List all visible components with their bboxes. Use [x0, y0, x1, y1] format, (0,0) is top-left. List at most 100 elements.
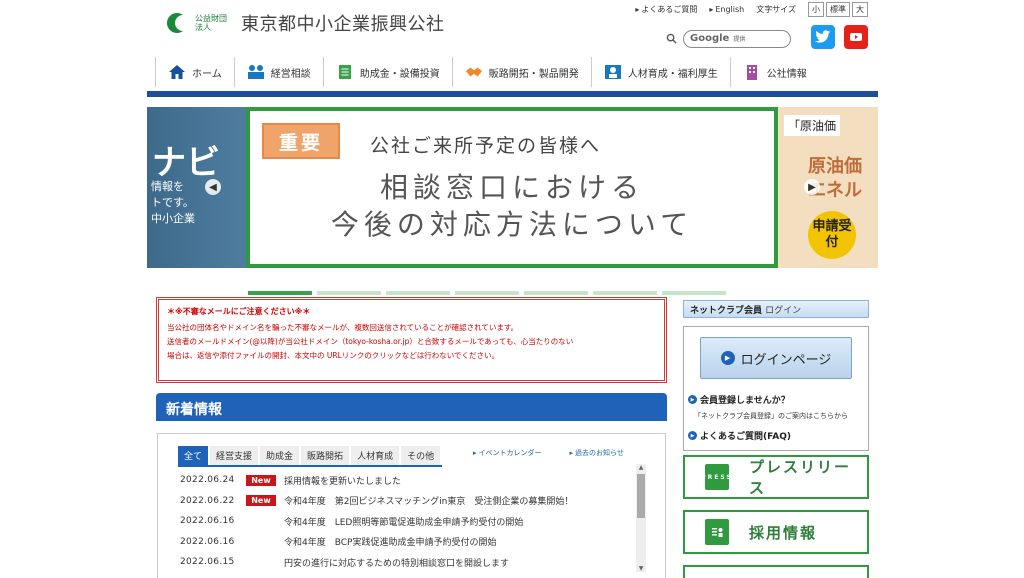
news-title[interactable]: 令和4年度 LED照明等節電促進助成金申請予約受付の開始: [284, 515, 523, 528]
slide-current[interactable]: 重要 公社ご来所予定の皆様へ 相談窓口における 今後の対応方法について: [246, 107, 778, 268]
slide-prev-title: ナビ: [152, 143, 220, 183]
search-sub: 提供: [733, 36, 746, 43]
utility-links: よくあるご質問 English 文字サイズ 小 標準 大: [635, 2, 868, 17]
slide-prev[interactable]: ナビ 情報を トです。 中小企業: [147, 107, 246, 268]
recruit-label: 採用情報: [749, 523, 818, 542]
news-title[interactable]: 採用情報を更新いたしました: [284, 474, 401, 487]
news-item[interactable]: 2022.06.16 令和4年度 LED照明等節電促進助成金申請予約受付の開始: [180, 511, 630, 532]
tab-management[interactable]: 経営支援: [210, 446, 259, 465]
scroll-up-icon[interactable]: ▲: [636, 464, 646, 471]
news-tabs: 全て 経営支援 助成金 販路開拓 人材育成 その他: [178, 446, 443, 467]
news-item[interactable]: 2022.06.22 New 令和4年度 第2回ビジネスマッチングin東京 受注…: [180, 491, 630, 512]
twitter-icon[interactable]: [811, 25, 835, 49]
new-badge-empty: [246, 557, 276, 568]
home-icon: [168, 63, 186, 81]
arrow-right-icon: ▶: [720, 351, 735, 365]
warning-body: 当公社の団体名やドメイン名を騙った不審なメールが、複数回送信されていることが確認…: [167, 323, 574, 360]
logo-title: 東京都中小企業振興公社: [241, 14, 445, 35]
news-date: 2022.06.15: [180, 557, 235, 568]
carousel-dot[interactable]: [662, 291, 726, 295]
faq-sidebar-link[interactable]: ▶ よくあるご質問(FAQ): [688, 429, 791, 442]
font-size-normal-button[interactable]: 標準: [826, 2, 850, 17]
slide-prev-text: 情報を トです。 中小企業: [151, 180, 195, 225]
new-badge-empty: [246, 536, 276, 547]
nav-item-home[interactable]: ホーム: [155, 57, 234, 87]
youtube-icon[interactable]: [844, 25, 868, 49]
slide-next[interactable]: 「原油価 原油価 エネル 申請受付: [778, 107, 878, 268]
carousel-indicators: [248, 291, 726, 295]
register-link[interactable]: ▶ 会員登録しませんか？: [688, 393, 790, 406]
hero-carousel[interactable]: ナビ 情報を トです。 中小企業 重要 公社ご来所予定の皆様へ 相談窓口における…: [147, 107, 878, 268]
english-link[interactable]: English: [709, 5, 744, 14]
people-icon: [604, 63, 622, 81]
new-badge-empty: [246, 516, 276, 527]
news-item[interactable]: 2022.06.24 New 採用情報を更新いたしました: [180, 470, 630, 491]
news-date: 2022.06.16: [180, 516, 235, 527]
news-item[interactable]: 2022.06.15 円安の進行に対応するための特別相談窓口を開設します: [180, 552, 630, 573]
carousel-dot[interactable]: [386, 291, 450, 295]
recruit-button[interactable]: 採用情報: [683, 510, 869, 554]
carousel-next-arrow-icon[interactable]: ▶: [804, 179, 820, 195]
netclub-heading-sub: ログイン: [765, 306, 802, 316]
tab-subsidy[interactable]: 助成金: [260, 446, 300, 465]
netclub-panel: ▶ ログインページ ▶ 会員登録しませんか？ 「ネットクラブ会員登録」のご案内は…: [683, 326, 869, 451]
carousel-prev-arrow-icon[interactable]: ◀: [205, 179, 221, 195]
recruit-icon: [705, 519, 729, 545]
news-title[interactable]: 令和4年度 BCP実践促進助成金申請予約受付の開始: [284, 535, 496, 548]
search: Google 提供: [666, 29, 791, 48]
tab-all[interactable]: 全て: [178, 446, 209, 465]
tab-hr[interactable]: 人材育成: [351, 446, 400, 465]
nav-label: ホーム: [192, 68, 222, 80]
past-news-link[interactable]: 過去のお知らせ: [570, 448, 624, 458]
tab-market[interactable]: 販路開拓: [301, 446, 350, 465]
news-item[interactable]: 2022.06.16 令和4年度 BCP実践促進助成金申請予約受付の開始: [180, 532, 630, 553]
carousel-dot[interactable]: [455, 291, 519, 295]
tab-other[interactable]: その他: [401, 446, 441, 465]
new-badge: New: [246, 495, 276, 507]
nav-item-hr[interactable]: 人材育成・福利厚生: [590, 57, 730, 87]
side-button-partial[interactable]: [683, 565, 869, 578]
nav-label: 助成金・設備投資: [359, 68, 440, 80]
slide-subtitle: 公社ご来所予定の皆様へ: [370, 135, 602, 157]
news-scrollbar[interactable]: ▲ ▼: [636, 464, 646, 572]
search-brand: Google: [690, 33, 730, 44]
news-panel: 全て 経営支援 助成金 販路開拓 人材育成 その他 イベントカレンダー 過去のお…: [157, 433, 666, 578]
news-title[interactable]: 円安の進行に対応するための特別相談窓口を開設します: [284, 556, 509, 569]
search-icon[interactable]: [666, 29, 677, 48]
carousel-dot[interactable]: [317, 291, 381, 295]
faq-link[interactable]: よくあるご質問: [635, 4, 697, 15]
phishing-warning: ＊※不審なメールにご注意ください※＊ 当公社の団体名やドメイン名を騙った不審なメ…: [156, 297, 667, 383]
logo-subtitle: 公益財団法人: [195, 14, 227, 32]
logo[interactable]: 公益財団法人 東京都中小企業振興公社: [163, 10, 445, 36]
arrow-right-icon: ▶: [688, 395, 697, 404]
news-list: 2022.06.24 New 採用情報を更新いたしました 2022.06.22 …: [180, 470, 630, 573]
carousel-dot[interactable]: [248, 291, 312, 295]
font-size-small-button[interactable]: 小: [808, 2, 824, 17]
press-release-button[interactable]: PRESS プレスリリース: [683, 455, 869, 499]
carousel-dot[interactable]: [524, 291, 588, 295]
search-input[interactable]: Google 提供: [683, 29, 791, 48]
document-icon: [336, 63, 354, 81]
logo-mark-icon: [163, 11, 187, 35]
arrow-right-icon: ▶: [688, 431, 697, 440]
news-date: 2022.06.24: [180, 475, 235, 486]
event-calendar-link[interactable]: イベントカレンダー: [473, 448, 542, 458]
nav-label: 経営相談: [270, 68, 311, 80]
news-links: イベントカレンダー 過去のお知らせ: [473, 448, 624, 458]
nav-item-subsidy[interactable]: 助成金・設備投資: [322, 57, 452, 87]
nav-item-about[interactable]: 公社情報: [729, 57, 819, 87]
handshake-icon: [465, 63, 483, 81]
news-title[interactable]: 令和4年度 第2回ビジネスマッチングin東京 受注側企業の募集開始！: [284, 494, 573, 507]
font-size-large-button[interactable]: 大: [852, 2, 868, 17]
nav-item-consult[interactable]: 経営相談: [233, 57, 323, 87]
scroll-thumb[interactable]: [637, 474, 645, 518]
warning-title: ＊※不審なメールにご注意ください※＊: [167, 307, 311, 316]
nav-item-market[interactable]: 販路開拓・製品開発: [451, 57, 591, 87]
scroll-down-icon[interactable]: ▼: [636, 565, 646, 572]
carousel-dot[interactable]: [593, 291, 657, 295]
news-date: 2022.06.16: [180, 536, 235, 547]
login-label: ログインページ: [740, 352, 832, 368]
nav-label: 販路開拓・製品開発: [488, 68, 579, 80]
register-note-link[interactable]: 「ネットクラブ会員登録」のご案内はこちらから: [694, 411, 848, 421]
login-page-button[interactable]: ▶ ログインページ: [700, 337, 852, 379]
